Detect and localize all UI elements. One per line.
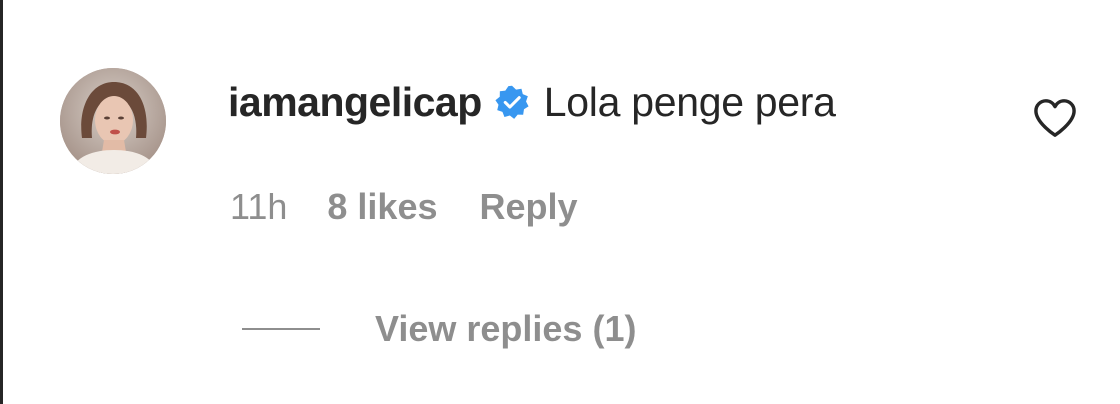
- view-replies-button[interactable]: View replies (1): [242, 304, 636, 354]
- comment-line: iamangelicap Lola penge pera: [228, 74, 836, 130]
- comment-timestamp[interactable]: 11h: [230, 186, 287, 228]
- window-edge: [0, 0, 3, 404]
- username-link[interactable]: iamangelicap: [228, 79, 482, 126]
- comment-meta: 11h 8 likes Reply: [230, 182, 578, 232]
- comment-text: Lola penge pera: [543, 78, 836, 125]
- comment-container: iamangelicap Lola penge pera 11h 8 likes…: [0, 0, 1120, 404]
- likes-count-link[interactable]: 8 likes: [327, 186, 437, 228]
- heart-outline-icon[interactable]: [1032, 97, 1078, 139]
- replies-divider: [242, 328, 320, 330]
- verified-badge-icon: [494, 84, 530, 120]
- view-replies-label: View replies (1): [375, 308, 637, 349]
- reply-button[interactable]: Reply: [480, 186, 578, 228]
- avatar[interactable]: [60, 68, 166, 174]
